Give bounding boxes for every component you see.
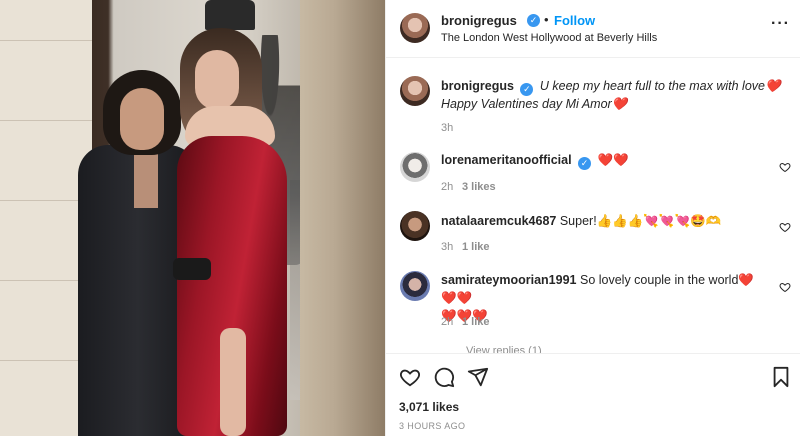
mural-top-hat bbox=[205, 0, 255, 30]
more-options-icon[interactable]: ··· bbox=[771, 15, 790, 33]
comment-likes[interactable]: 1 like bbox=[462, 316, 490, 328]
post-actions-bar: 3,071 likes 3 HOURS AGO bbox=[386, 353, 800, 436]
comment-body: ❤️❤️ bbox=[597, 153, 629, 167]
post-timestamp: 3 HOURS AGO bbox=[399, 421, 466, 431]
black-clutch bbox=[173, 258, 211, 280]
comment-body: Super!👍👍👍💘💘💘🤩🫶 bbox=[559, 214, 722, 228]
wall-wood-panel bbox=[300, 0, 385, 436]
woman-face bbox=[195, 50, 239, 110]
caption-username[interactable]: bronigregus bbox=[441, 79, 514, 93]
comment-likes[interactable]: 1 like bbox=[462, 241, 490, 253]
man-chest bbox=[134, 148, 158, 208]
author-username[interactable]: bronigregus bbox=[441, 13, 517, 28]
comment-text: lorenameritanoofficial ✓ ❤️❤️ bbox=[441, 151, 761, 170]
post-side-panel: bronigregus ✓ • Follow The London West H… bbox=[385, 0, 800, 436]
comment-text: natalaaremcuk4687 Super!👍👍👍💘💘💘🤩🫶 bbox=[441, 212, 761, 230]
caption-line-2: Happy Valentines day Mi Amor❤️ bbox=[441, 97, 628, 111]
man-face bbox=[120, 88, 164, 150]
comment-text: samirateymoorian1991 So lovely couple in… bbox=[441, 271, 766, 325]
verified-badge-icon: ✓ bbox=[527, 14, 540, 27]
commenter-username[interactable]: samirateymoorian1991 bbox=[441, 273, 577, 287]
comment-time: 2h bbox=[441, 181, 454, 193]
comment-like-heart-icon[interactable] bbox=[779, 220, 791, 233]
comment-like-heart-icon[interactable] bbox=[779, 280, 791, 293]
verified-badge-icon: ✓ bbox=[578, 157, 592, 170]
commenter-username[interactable]: natalaaremcuk4687 bbox=[441, 214, 556, 228]
commenter-username[interactable]: lorenameritanoofficial bbox=[441, 153, 572, 167]
comment-like-heart-icon[interactable] bbox=[779, 160, 791, 173]
follow-button[interactable]: Follow bbox=[554, 13, 595, 28]
caption-avatar[interactable] bbox=[400, 76, 430, 106]
view-replies-link[interactable]: View replies (1) bbox=[466, 345, 542, 353]
caption-line-1: U keep my heart full to the max with lov… bbox=[539, 79, 781, 93]
comment-time: 2h bbox=[441, 316, 454, 328]
woman-leg bbox=[220, 328, 246, 436]
verified-badge-icon: ✓ bbox=[520, 83, 534, 96]
post-photo[interactable] bbox=[0, 0, 385, 436]
header-separator: • bbox=[544, 12, 549, 27]
caption-text: bronigregus ✓ U keep my heart full to th… bbox=[441, 77, 781, 113]
commenter-avatar[interactable] bbox=[400, 271, 430, 301]
commenter-avatar[interactable] bbox=[400, 211, 430, 241]
author-avatar[interactable] bbox=[400, 13, 430, 43]
share-icon[interactable] bbox=[467, 366, 489, 388]
post-location[interactable]: The London West Hollywood at Beverly Hil… bbox=[441, 32, 657, 44]
bookmark-icon[interactable] bbox=[770, 366, 792, 388]
commenter-avatar[interactable] bbox=[400, 152, 430, 182]
comment-time: 3h bbox=[441, 241, 454, 253]
instagram-post-view: bronigregus ✓ • Follow The London West H… bbox=[0, 0, 800, 436]
heart-icon[interactable] bbox=[399, 366, 421, 388]
comment-likes[interactable]: 3 likes bbox=[462, 181, 496, 193]
woman-figure bbox=[165, 28, 305, 436]
post-header: bronigregus ✓ • Follow The London West H… bbox=[386, 0, 800, 58]
caption-time: 3h bbox=[441, 122, 454, 134]
comment-icon[interactable] bbox=[433, 366, 455, 388]
likes-count[interactable]: 3,071 likes bbox=[399, 400, 459, 414]
